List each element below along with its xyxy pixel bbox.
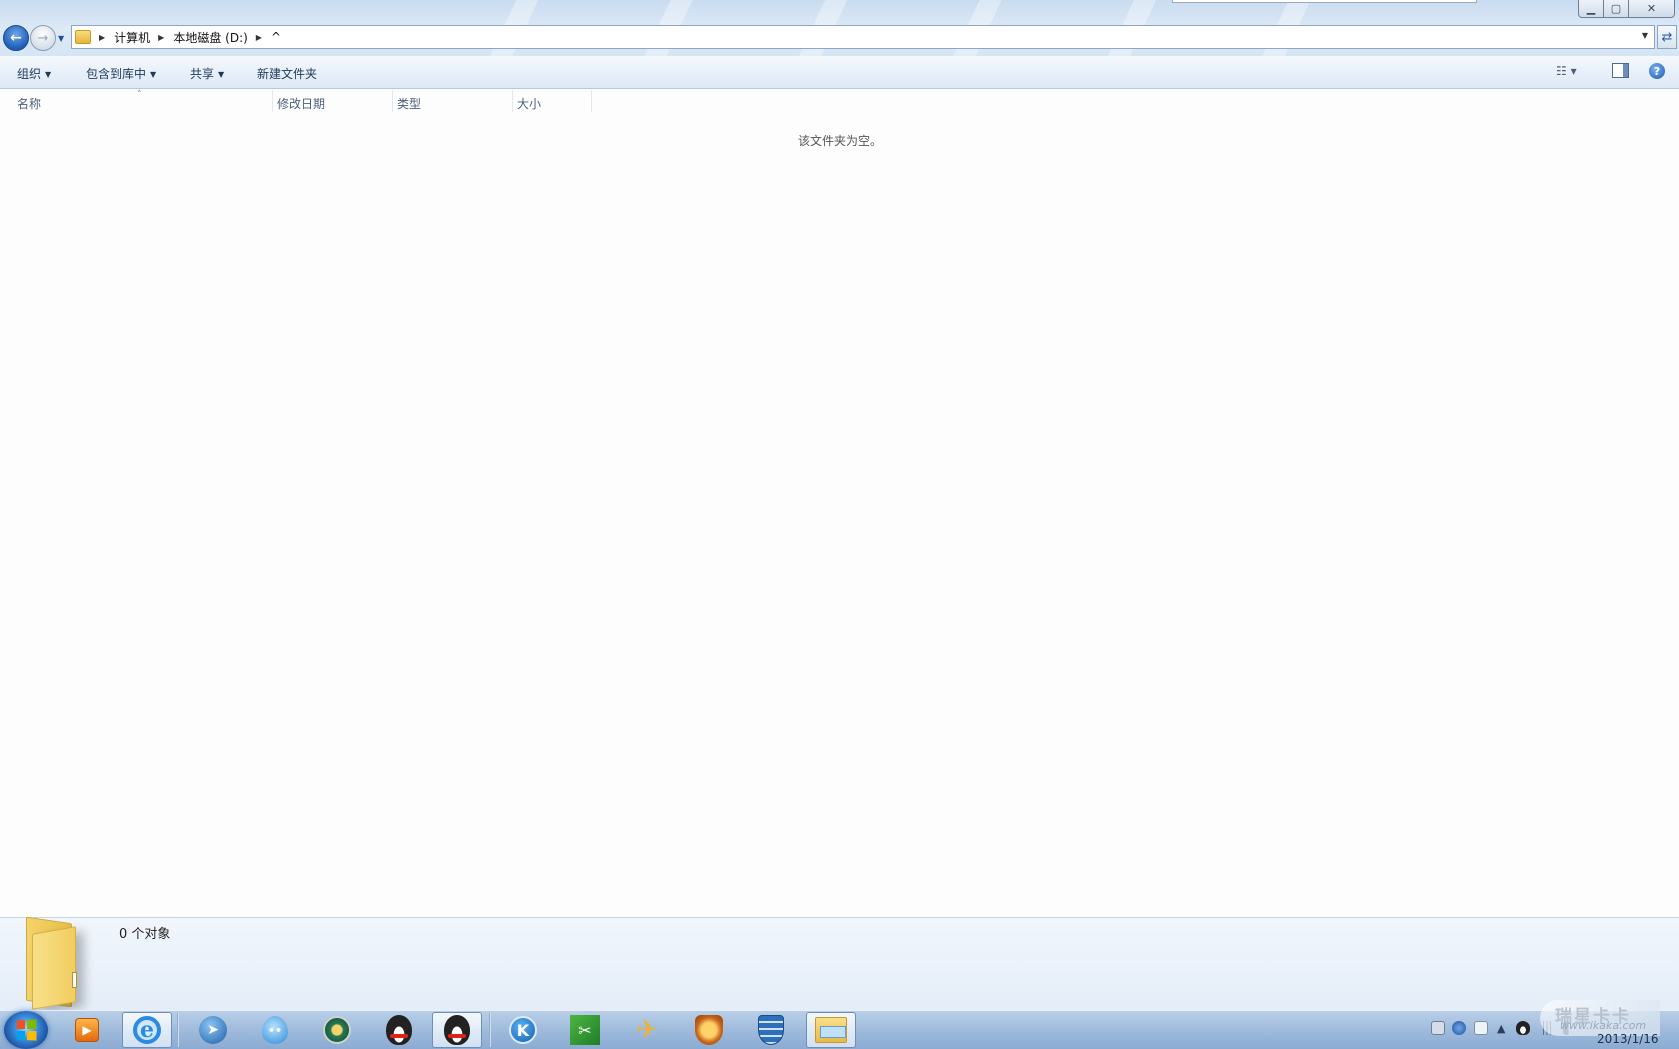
share-menu[interactable]: 共享 ▼ [190, 65, 224, 82]
taskbar-media-player[interactable]: ▶ [62, 1012, 112, 1048]
taskbar-qq-game[interactable] [374, 1012, 424, 1048]
chevron-down-icon: ▼ [45, 70, 52, 79]
column-divider[interactable] [512, 90, 513, 112]
include-in-library-menu[interactable]: 包含到库中 ▼ [86, 65, 156, 82]
start-button[interactable] [4, 1011, 48, 1049]
minimize-button[interactable]: ▁ [1578, 0, 1604, 18]
window-controls: ▁ ▢ ✕ [1578, 0, 1675, 18]
folder-thumbnail-icon [22, 916, 100, 1010]
organize-menu[interactable]: 组织 ▼ [17, 65, 51, 82]
taskbar-badge-app[interactable] [312, 1012, 362, 1048]
address-dropdown-icon[interactable]: ▼ [1642, 31, 1648, 40]
qq-tray-icon[interactable] [1516, 1021, 1530, 1035]
empty-folder-message: 该文件夹为空。 [798, 134, 883, 148]
taskbar-firewall-app[interactable] [746, 1012, 796, 1048]
windows-logo-icon [16, 1019, 37, 1041]
column-divider[interactable] [392, 90, 393, 112]
taskbar-green-app[interactable]: ✂ [560, 1012, 610, 1048]
help-icon: ? [1653, 64, 1661, 78]
water-drop-icon: •• [262, 1016, 288, 1044]
forward-arrow-icon: → [37, 30, 49, 46]
help-button[interactable]: ? [1649, 63, 1665, 79]
column-header-type[interactable]: 类型 [397, 95, 421, 112]
taskbar-qq[interactable] [432, 1012, 482, 1048]
overlapping-window-edge [1172, 0, 1477, 3]
details-pane [0, 917, 1679, 1010]
object-count: 0 个对象 [119, 927, 171, 942]
taskbar-separator [177, 1013, 179, 1047]
column-header-name[interactable]: 名称 [17, 95, 41, 112]
address-bar[interactable]: ▶ 计算机 ▶ 本地磁盘 (D:) ▶ ^ ▼ [71, 25, 1655, 49]
organize-label: 组织 [17, 67, 42, 81]
breadcrumb-current-folder[interactable]: ^ [271, 30, 281, 44]
taskbar-internet-explorer[interactable]: e [122, 1012, 172, 1048]
windows-explorer-icon [815, 1017, 847, 1043]
messenger-icon: ➤ [199, 1016, 227, 1044]
taskbar-separator [489, 1013, 491, 1047]
taskbar-lion-app[interactable] [684, 1012, 734, 1048]
qq-penguin-icon [444, 1015, 470, 1045]
column-header-row: ˄ 名称 修改日期 类型 大小 [0, 90, 592, 114]
lion-shield-icon [695, 1015, 723, 1045]
refresh-button[interactable]: ⇄ [1657, 25, 1677, 49]
breadcrumb-separator[interactable]: ▶ [99, 33, 105, 42]
column-divider[interactable] [591, 90, 592, 112]
chevron-down-icon: ▼ [218, 70, 225, 79]
firewall-shield-icon [758, 1015, 784, 1045]
forward-button[interactable]: → [30, 25, 56, 51]
preview-pane-button[interactable] [1612, 63, 1629, 78]
action-center-icon[interactable] [1474, 1021, 1488, 1035]
help-tray-icon[interactable] [1452, 1021, 1466, 1035]
close-button[interactable]: ✕ [1629, 0, 1675, 18]
show-hidden-icons-button[interactable]: ▲ [1497, 1022, 1505, 1035]
keyboard-icon[interactable] [1431, 1021, 1445, 1035]
watermark-url: www.ikaka.com [1560, 1019, 1647, 1032]
new-folder-button[interactable]: 新建文件夹 [257, 65, 317, 82]
sort-ascending-icon: ˄ [137, 90, 142, 100]
bird-icon: ✈ [636, 1015, 658, 1045]
breadcrumb-computer[interactable]: 计算机 [114, 29, 150, 46]
command-bar: 组织 ▼ 包含到库中 ▼ 共享 ▼ 新建文件夹 ☷ ▾ ? [0, 56, 1679, 89]
taskbar-kugou[interactable]: K [498, 1012, 548, 1048]
taskbar-windows-explorer[interactable] [806, 1012, 856, 1048]
change-view-button[interactable]: ☷ ▾ [1556, 64, 1577, 78]
scissors-icon: ✂ [570, 1015, 600, 1045]
badge-icon [323, 1016, 351, 1044]
breadcrumb-separator[interactable]: ▶ [158, 33, 164, 42]
maximize-button[interactable]: ▢ [1604, 0, 1629, 18]
folder-icon [75, 30, 91, 44]
refresh-icon: ⇄ [1661, 29, 1673, 45]
column-header-modified[interactable]: 修改日期 [277, 95, 325, 112]
qq-penguin-icon [386, 1015, 412, 1045]
taskbar-drop-app[interactable]: •• [250, 1012, 300, 1048]
share-label: 共享 [190, 67, 215, 81]
kugou-k-icon: K [509, 1016, 537, 1044]
include-library-label: 包含到库中 [86, 67, 147, 81]
recent-pages-button[interactable]: ▼ [58, 34, 64, 43]
column-divider[interactable] [272, 90, 273, 112]
breadcrumb-local-disk-d[interactable]: 本地磁盘 (D:) [173, 29, 247, 46]
internet-explorer-icon: e [133, 1016, 161, 1044]
chevron-down-icon: ▼ [150, 70, 157, 79]
breadcrumb-separator[interactable]: ▶ [256, 33, 262, 42]
taskbar-clock-date[interactable]: 2013/1/16 [1597, 1032, 1659, 1046]
back-button[interactable]: ← [3, 25, 29, 51]
back-arrow-icon: ← [10, 30, 22, 46]
column-header-size[interactable]: 大小 [517, 95, 541, 112]
media-player-icon: ▶ [75, 1018, 99, 1042]
taskbar-bird-app[interactable]: ✈ [622, 1012, 672, 1048]
taskbar-messenger[interactable]: ➤ [188, 1012, 238, 1048]
